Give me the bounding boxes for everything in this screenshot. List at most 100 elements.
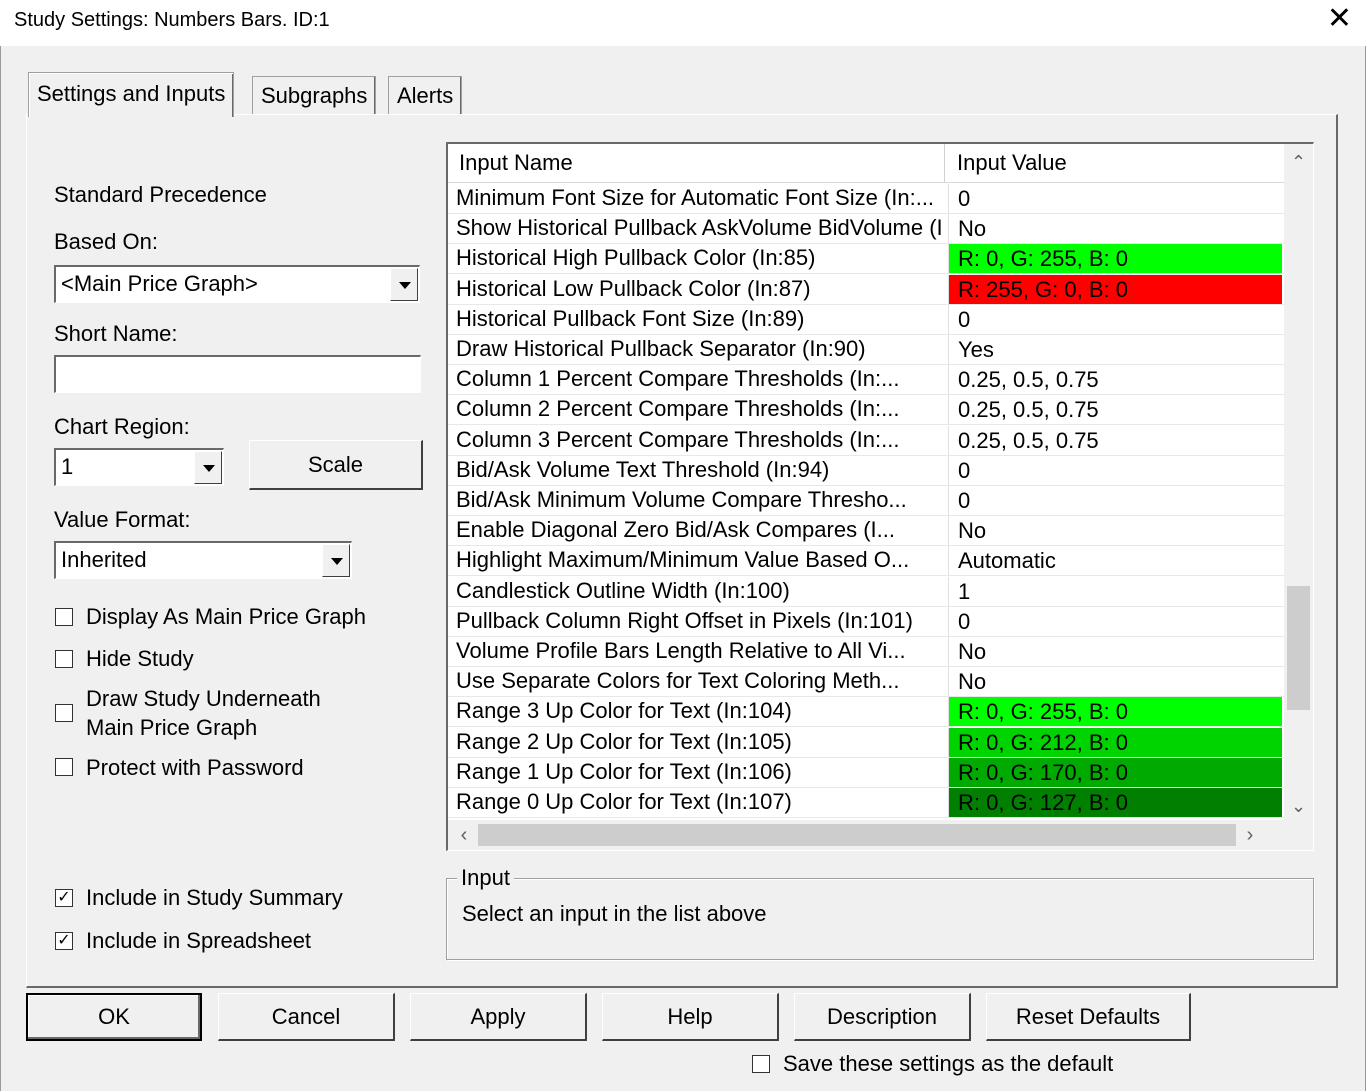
table-row[interactable]: Candlestick Outline Width (In:100) 1 (448, 576, 1286, 607)
scroll-thumb-horizontal[interactable] (478, 824, 1236, 846)
value-format-value: Inherited (61, 547, 147, 572)
save-default-label: Save these settings as the default (783, 1051, 1114, 1076)
scroll-thumb[interactable] (1287, 586, 1310, 710)
tab-alerts[interactable]: Alerts (388, 76, 463, 115)
table-row[interactable]: Range 2 Up Color for Text (In:105) R: 0, … (448, 727, 1286, 758)
table-row[interactable]: Volume Profile Bars Length Relative to A… (448, 637, 1286, 667)
chevron-down-icon[interactable] (390, 268, 418, 301)
display-as-main-label: Display As Main Price Graph (86, 604, 366, 629)
table-row[interactable]: Minimum Font Size for Automatic Font Siz… (448, 184, 1286, 214)
input-value-cell[interactable]: No (948, 516, 1282, 546)
inputs-grid[interactable]: Input Name Input Value Minimum Font Size… (446, 142, 1314, 851)
ok-button[interactable]: OK (26, 993, 202, 1041)
table-row[interactable]: Draw Historical Pullback Separator (In:9… (448, 335, 1286, 365)
input-value-cell[interactable]: R: 0, G: 255, B: 0 (948, 697, 1282, 727)
chevron-down-icon[interactable] (322, 544, 350, 577)
table-row[interactable]: Historical Low Pullback Color (In:87) R: … (448, 274, 1286, 305)
table-row[interactable]: Column 1 Percent Compare Thresholds (In:… (448, 365, 1286, 396)
apply-button[interactable]: Apply (410, 993, 587, 1041)
table-row[interactable]: Column 2 Percent Compare Thresholds (In:… (448, 395, 1286, 426)
chart-region-value: 1 (61, 454, 74, 479)
table-row[interactable]: Bid/Ask Minimum Volume Compare Thresho..… (448, 486, 1286, 516)
input-value-cell[interactable]: 0 (948, 455, 1282, 485)
standard-precedence-label: Standard Precedence (54, 182, 267, 207)
input-name-cell: Use Separate Colors for Text Coloring Me… (456, 668, 900, 694)
display-as-main-checkbox[interactable] (55, 608, 73, 626)
input-value-cell[interactable]: R: 0, G: 212, B: 0 (948, 727, 1282, 757)
input-value-cell[interactable]: Yes (948, 335, 1282, 364)
hide-study-label: Hide Study (86, 646, 194, 671)
column-separator (944, 144, 945, 182)
table-row[interactable]: Show Historical Pullback AskVolume BidVo… (448, 214, 1286, 245)
include-summary-checkbox[interactable]: ✓ (55, 889, 73, 907)
description-button[interactable]: Description (794, 993, 971, 1041)
input-value-cell[interactable]: No (948, 637, 1282, 666)
include-spreadsheet-checkbox[interactable]: ✓ (55, 932, 73, 950)
input-group-legend: Input (457, 865, 514, 891)
input-value-cell[interactable]: R: 0, G: 170, B: 0 (948, 757, 1282, 787)
table-row[interactable]: Range 1 Up Color for Text (In:106) R: 0, … (448, 757, 1286, 788)
input-value-cell[interactable]: R: 0, G: 127, B: 0 (948, 788, 1282, 817)
close-icon[interactable]: ✕ (1327, 4, 1352, 34)
tab-settings-and-inputs[interactable]: Settings and Inputs (28, 72, 235, 117)
scroll-right-icon[interactable]: › (1236, 820, 1264, 850)
table-row[interactable]: Range 3 Up Color for Text (In:104) R: 0, … (448, 697, 1286, 728)
input-value-cell[interactable]: 0 (948, 606, 1282, 636)
vertical-scrollbar[interactable]: ⌃ ⌄ (1284, 144, 1313, 820)
table-row[interactable]: Column 3 Percent Compare Thresholds (In:… (448, 425, 1286, 456)
table-row[interactable]: Highlight Maximum/Minimum Value Based O.… (448, 546, 1286, 577)
input-value-cell[interactable]: 0 (948, 486, 1282, 515)
input-name-cell: Column 1 Percent Compare Thresholds (In:… (456, 366, 900, 392)
window-title: Study Settings: Numbers Bars. ID:1 (14, 9, 330, 31)
cancel-button[interactable]: Cancel (218, 993, 395, 1041)
table-row[interactable]: Pullback Column Right Offset in Pixels (… (448, 606, 1286, 637)
input-value-cell[interactable]: R: 0, G: 255, B: 0 (948, 244, 1282, 274)
input-value-cell[interactable]: 0 (948, 184, 1282, 213)
chart-region-combo[interactable]: 1 (54, 448, 224, 486)
column-header-input-value[interactable]: Input Value (957, 150, 1067, 176)
input-value-cell[interactable]: 1 (948, 576, 1282, 606)
scroll-left-icon[interactable]: ‹ (450, 820, 478, 850)
input-name-cell: Bid/Ask Minimum Volume Compare Thresho..… (456, 487, 907, 512)
input-name-cell: Pullback Column Right Offset in Pixels (… (456, 607, 913, 633)
input-value-cell[interactable]: R: 255, G: 0, B: 0 (948, 274, 1282, 304)
table-row[interactable]: Use Separate Colors for Text Coloring Me… (448, 667, 1286, 698)
scroll-down-icon[interactable]: ⌄ (1284, 792, 1313, 820)
input-value-cell[interactable]: 0.25, 0.5, 0.75 (948, 425, 1282, 455)
save-default-checkbox[interactable] (752, 1055, 770, 1073)
input-name-cell: Volume Profile Bars Length Relative to A… (456, 638, 906, 663)
table-row[interactable]: Enable Diagonal Zero Bid/Ask Compares (I… (448, 516, 1286, 547)
column-header-input-name[interactable]: Input Name (459, 150, 573, 176)
input-value-cell[interactable]: No (948, 214, 1282, 244)
scroll-up-icon[interactable]: ⌃ (1284, 148, 1313, 176)
table-row[interactable]: Historical Pullback Font Size (In:89) 0 (448, 304, 1286, 335)
input-name-cell: Draw Historical Pullback Separator (In:9… (456, 336, 866, 361)
draw-underneath-checkbox[interactable] (55, 704, 73, 722)
input-value-cell[interactable]: 0.25, 0.5, 0.75 (948, 395, 1282, 425)
draw-underneath-label-line2: Main Price Graph (86, 715, 258, 740)
scale-button[interactable]: Scale (249, 440, 423, 490)
input-name-cell: Minimum Font Size for Automatic Font Siz… (456, 185, 935, 210)
hide-study-checkbox[interactable] (55, 650, 73, 668)
value-format-combo[interactable]: Inherited (54, 541, 352, 579)
tab-subgraphs[interactable]: Subgraphs (252, 76, 377, 115)
protect-password-checkbox[interactable] (55, 758, 73, 776)
input-value-cell[interactable]: 0 (948, 304, 1282, 334)
scroll-corner (1284, 820, 1313, 850)
input-name-cell: Range 3 Up Color for Text (In:104) (456, 698, 792, 724)
short-name-input[interactable] (54, 355, 421, 393)
table-row[interactable]: Historical High Pullback Color (In:85) R:… (448, 244, 1286, 275)
input-value-cell[interactable]: No (948, 667, 1282, 697)
reset-defaults-button[interactable]: Reset Defaults (986, 993, 1191, 1041)
input-value-cell[interactable]: Automatic (948, 546, 1282, 576)
help-button[interactable]: Help (602, 993, 779, 1041)
chart-region-label: Chart Region: (54, 414, 190, 439)
table-row[interactable]: Bid/Ask Volume Text Threshold (In:94) 0 (448, 455, 1286, 486)
window-frame-left (0, 46, 1, 1091)
based-on-combo[interactable]: <Main Price Graph> (54, 265, 420, 303)
horizontal-scrollbar[interactable]: ‹ › (448, 820, 1286, 850)
input-name-cell: Candlestick Outline Width (In:100) (456, 577, 790, 603)
chevron-down-icon[interactable] (194, 451, 222, 484)
input-value-cell[interactable]: 0.25, 0.5, 0.75 (948, 365, 1282, 395)
table-row[interactable]: Range 0 Up Color for Text (In:107) R: 0, … (448, 788, 1286, 818)
